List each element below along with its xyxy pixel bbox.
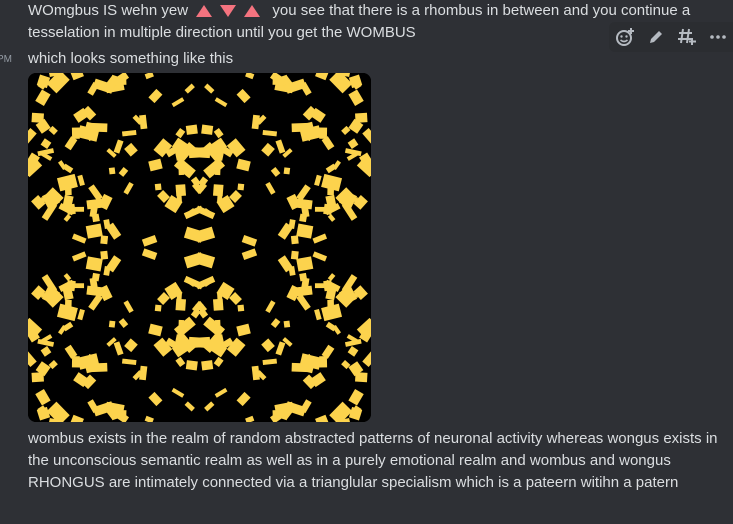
chat-area: WOmgbus IS wehn yew you see that there i… bbox=[0, 0, 733, 524]
create-thread-icon[interactable] bbox=[674, 24, 700, 50]
triangle-up-icon bbox=[244, 5, 261, 18]
message-text: wombus exists in the realm of random abs… bbox=[28, 430, 718, 491]
message-timestamp: PM bbox=[0, 54, 12, 65]
message-toolbar bbox=[609, 22, 733, 52]
add-reaction-icon[interactable] bbox=[612, 24, 638, 50]
image-attachment[interactable] bbox=[28, 73, 371, 422]
message-text-before: WOmgbus IS wehn yew bbox=[28, 2, 189, 19]
more-icon[interactable] bbox=[705, 24, 731, 50]
wombus-pattern-image bbox=[28, 73, 371, 422]
message-text: which looks something like this bbox=[28, 50, 234, 67]
triangle-down-icon bbox=[220, 5, 237, 18]
triangle-up-icon bbox=[196, 5, 213, 18]
edit-icon[interactable] bbox=[643, 24, 669, 50]
message-text: WOmgbus IS wehn yew you see that there i… bbox=[28, 0, 708, 44]
